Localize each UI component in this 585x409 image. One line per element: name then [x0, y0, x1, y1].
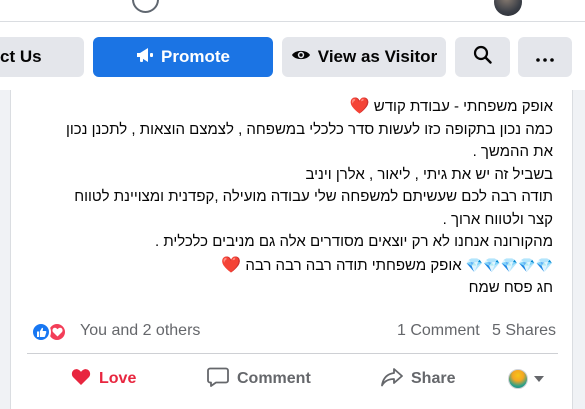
more-options-button[interactable] — [518, 37, 572, 77]
love-button[interactable]: Love — [71, 361, 136, 397]
audience-selector[interactable] — [508, 361, 544, 397]
heart-emoji-icon: ❤️ — [349, 98, 370, 115]
comment-icon — [207, 367, 229, 392]
reactions-summary: You and 2 others 1 Comment 5 Shares — [11, 318, 574, 346]
post-line: אופק משפחתי - עבודת קודש ❤️ — [349, 98, 553, 115]
promote-label: Promote — [161, 47, 230, 66]
gem-emoji-icon: 💎 — [535, 256, 553, 273]
page-action-bar: ct Us Promote View as Visitor — [0, 22, 585, 90]
divider — [27, 353, 558, 354]
post-line: כמה נכון בתקופה כזו לעשות סדר כלכלי במשפ… — [65, 120, 553, 138]
comments-count[interactable]: 1 Comment — [397, 322, 480, 340]
share-label: Share — [411, 370, 456, 387]
chevron-down-icon — [534, 376, 544, 382]
share-icon — [381, 367, 403, 392]
love-label: Love — [99, 370, 137, 387]
post-line: קצר ולטווח ארוך . — [442, 210, 553, 228]
top-navigation-strip — [0, 0, 585, 22]
page-avatar-icon — [508, 369, 528, 389]
reaction-icons[interactable] — [31, 322, 71, 342]
search-button[interactable] — [455, 37, 510, 77]
reactions-count[interactable]: You and 2 others — [80, 322, 200, 340]
promote-button[interactable]: Promote — [93, 37, 273, 77]
post-line: חג פסח שמח — [468, 279, 553, 296]
avatar[interactable] — [494, 0, 522, 16]
share-button[interactable]: Share — [381, 361, 455, 397]
nav-icon[interactable] — [132, 0, 159, 13]
heart-icon — [71, 368, 91, 391]
contact-us-label: ct Us — [0, 47, 42, 66]
post-body: אופק משפחתי - עבודת קודש ❤️ כמה נכון בתק… — [33, 96, 553, 300]
post-line: תודה רבה לכם שעשיתם למשפחה שלי עבודה מוע… — [74, 188, 553, 205]
heart-emoji-icon: ❤️ — [221, 256, 242, 274]
comment-button[interactable]: Comment — [207, 361, 311, 397]
view-as-visitor-button[interactable]: View as Visitor — [282, 37, 446, 77]
gem-emoji-icon: 💎 — [483, 256, 501, 273]
eye-icon — [291, 47, 311, 67]
gem-emoji-icon: 💎 — [465, 256, 484, 273]
shares-count[interactable]: 5 Shares — [492, 322, 556, 340]
search-icon — [473, 45, 492, 69]
view-as-visitor-label: View as Visitor — [317, 47, 438, 66]
megaphone-icon — [136, 47, 154, 68]
more-icon — [536, 47, 554, 67]
contact-us-button[interactable]: ct Us — [0, 37, 84, 77]
post-line: בשביל זה יש את גיתי , ליאור , אלרן ויניב — [305, 165, 553, 183]
like-reaction-icon — [31, 322, 51, 342]
post-actions-bar: Love Comment Share — [11, 361, 574, 397]
gem-emoji-icon: 💎 — [500, 256, 519, 273]
post-line: את ההמשך . — [472, 143, 553, 160]
gem-emoji-icon: 💎 — [518, 256, 536, 273]
post-line: מהקורונה אנחנו לא רק יוצאים מסודרים אלה … — [155, 233, 553, 250]
post-card: אופק משפחתי - עבודת קודש ❤️ כמה נכון בתק… — [10, 90, 573, 409]
post-line: 💎💎💎💎💎 אופק משפחתי תודה רבה רבה רבה ❤️ — [221, 256, 553, 274]
comment-label: Comment — [237, 370, 311, 387]
